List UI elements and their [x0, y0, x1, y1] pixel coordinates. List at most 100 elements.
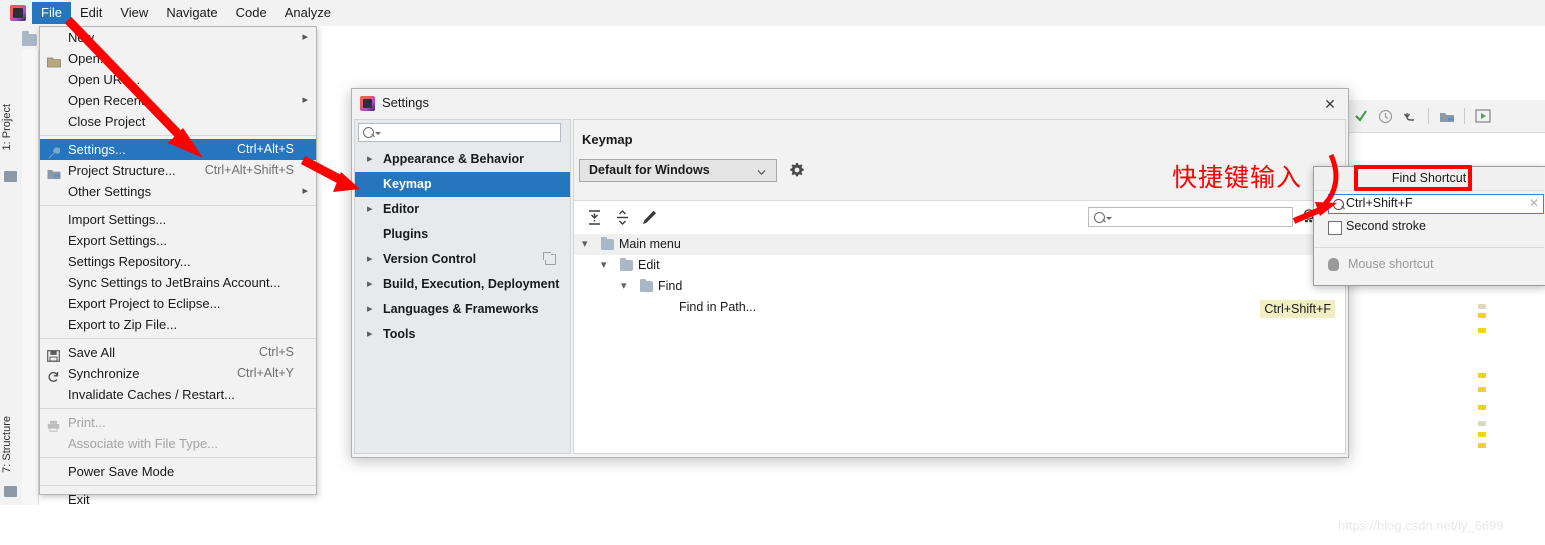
chevron-right-icon: ▸ [367, 203, 373, 215]
sidebar-item-languages-frameworks[interactable]: ▸ Languages & Frameworks [355, 297, 570, 322]
sidebar-item-label: Plugins [383, 227, 429, 241]
sidebar-item-plugins[interactable]: Plugins [355, 222, 570, 247]
menu-item-save-all[interactable]: Save All Ctrl+S [40, 342, 316, 363]
sidebar-item-editor[interactable]: ▸ Editor [355, 197, 570, 222]
chevron-down-icon[interactable]: ▾ [601, 255, 607, 276]
structure-icon [4, 486, 17, 497]
close-icon[interactable]: ✕ [1320, 94, 1340, 114]
checkbox-icon[interactable] [1328, 221, 1342, 235]
menu-item-export-project-eclipse[interactable]: Export Project to Eclipse... [40, 293, 316, 314]
gear-icon[interactable] [789, 162, 805, 178]
module-build-icon[interactable] [1439, 110, 1454, 123]
menu-item-open[interactable]: Open... [40, 48, 316, 69]
tree-row-main-menu[interactable]: ▾ Main menu [574, 234, 1345, 255]
gutter-marker [1478, 387, 1486, 392]
sidebar-item-tools[interactable]: ▸ Tools [355, 322, 570, 347]
menu-item-shortcut: Ctrl+Alt+S [237, 142, 294, 156]
check-icon[interactable] [1354, 109, 1368, 123]
settings-search-input[interactable] [358, 123, 561, 142]
menu-item-settings-repository[interactable]: Settings Repository... [40, 251, 316, 272]
wrench-icon [47, 144, 61, 159]
keymap-tree[interactable]: ▾ Main menu ▾ Edit ▾ Find Find in Path..… [574, 234, 1345, 453]
menu-item-label: Exit [68, 492, 90, 507]
folder-icon [47, 53, 61, 68]
keymap-filter-input[interactable] [1088, 207, 1293, 227]
menu-item-new[interactable]: New ▸ [40, 27, 316, 48]
file-menu-popup[interactable]: New ▸ Open... Open URL... Open Recent ▸ … [39, 26, 317, 507]
menu-item-exit[interactable]: Exit [40, 489, 316, 510]
chevron-right-icon: ▸ [367, 253, 373, 265]
tree-row-find-in-path[interactable]: Find in Path... Ctrl+Shift+F [574, 297, 1345, 318]
undo-icon[interactable] [1403, 109, 1418, 124]
settings-dialog[interactable]: Settings ✕ ▸ Appearance & Behavior Keyma… [351, 88, 1349, 458]
expand-all-icon[interactable] [586, 209, 603, 226]
menu-item-close-project[interactable]: Close Project [40, 111, 316, 132]
save-icon [47, 347, 60, 362]
sidebar-item-label: Editor [383, 202, 420, 216]
red-highlight-box [1354, 165, 1472, 191]
toolbar-divider [1428, 108, 1429, 124]
sidebar-item-label: Appearance & Behavior [383, 152, 525, 166]
sidebar-item-label: Languages & Frameworks [383, 302, 539, 316]
tree-row-label: Edit [638, 258, 660, 272]
folder-icon [640, 278, 653, 292]
tree-row-label: Find [658, 279, 683, 293]
menu-item-label: Open Recent [68, 93, 145, 108]
popup-divider [1314, 247, 1544, 248]
keymap-scheme-select[interactable]: Default for Windows [579, 159, 777, 182]
keymap-scheme-value: Default for Windows [589, 163, 710, 177]
collapse-all-icon[interactable] [614, 209, 631, 226]
tree-row-find[interactable]: ▾ Find [574, 276, 1345, 297]
main-menu-icon [601, 236, 614, 250]
menu-item-shortcut: Ctrl+S [258, 345, 294, 359]
sidebar-item-build-execution-deployment[interactable]: ▸ Build, Execution, Deployment [355, 272, 570, 297]
menu-item-label: Settings... [68, 142, 126, 157]
sidebar-item-version-control[interactable]: ▸ Version Control [355, 247, 570, 272]
sidebar-item-structure[interactable]: 7: Structure [1, 416, 13, 473]
menu-item-import-settings[interactable]: Import Settings... [40, 209, 316, 230]
menu-item-open-url[interactable]: Open URL... [40, 69, 316, 90]
menu-item-open-recent[interactable]: Open Recent ▸ [40, 90, 316, 111]
menu-item-associate-file-type: Associate with File Type... [40, 433, 316, 454]
menu-item-sync-settings-jetbrains[interactable]: Sync Settings to JetBrains Account... [40, 272, 316, 293]
sidebar-item-project[interactable]: 1: Project [1, 104, 13, 150]
run-icon[interactable] [1475, 109, 1491, 123]
watermark: https://blog.csdn.net/ly_6699 [1338, 518, 1504, 533]
chevron-right-icon: ▸ [302, 94, 308, 106]
menu-item-export-zip[interactable]: Export to Zip File... [40, 314, 316, 335]
clock-icon[interactable] [1378, 109, 1393, 124]
menu-item-invalidate-caches[interactable]: Invalidate Caches / Restart... [40, 384, 316, 405]
menu-view[interactable]: View [111, 2, 157, 24]
find-shortcut-input[interactable]: Ctrl+Shift+F ✕ [1328, 194, 1544, 214]
menu-item-other-settings[interactable]: Other Settings ▸ [40, 181, 316, 202]
menu-item-label: New [68, 30, 95, 45]
tree-row-edit[interactable]: ▾ Edit [574, 255, 1345, 276]
menu-item-project-structure[interactable]: Project Structure... Ctrl+Alt+Shift+S [40, 160, 316, 181]
menu-item-label: Associate with File Type... [68, 436, 219, 451]
page-title: Keymap [582, 132, 633, 147]
chevron-down-icon[interactable]: ▾ [582, 234, 588, 255]
gutter-marker [1478, 405, 1486, 410]
gutter-marker [1478, 304, 1486, 309]
menu-item-settings[interactable]: Settings... Ctrl+Alt+S [40, 139, 316, 160]
clear-icon[interactable]: ✕ [1529, 196, 1539, 210]
editor-toolbar [1345, 100, 1545, 133]
chevron-down-icon [757, 166, 766, 176]
project-tool-window[interactable] [22, 26, 39, 505]
menu-file[interactable]: File [32, 2, 71, 24]
sidebar-item-label: Keymap [383, 177, 432, 191]
menu-item-export-settings[interactable]: Export Settings... [40, 230, 316, 251]
menu-analyze[interactable]: Analyze [276, 2, 340, 24]
menu-item-shortcut: Ctrl+Alt+Shift+S [204, 163, 294, 177]
menu-item-power-save-mode[interactable]: Power Save Mode [40, 461, 316, 482]
menu-code[interactable]: Code [227, 2, 276, 24]
menu-navigate[interactable]: Navigate [157, 2, 226, 24]
menu-edit[interactable]: Edit [71, 2, 111, 24]
edit-shortcut-icon[interactable] [641, 209, 658, 226]
menu-item-synchronize[interactable]: Synchronize Ctrl+Alt+Y [40, 363, 316, 384]
sidebar-item-appearance-behavior[interactable]: ▸ Appearance & Behavior [355, 147, 570, 172]
sync-icon [47, 368, 60, 382]
chevron-down-icon[interactable]: ▾ [621, 276, 627, 297]
find-shortcut-value: Ctrl+Shift+F [1346, 196, 1413, 210]
sidebar-item-keymap[interactable]: Keymap [355, 172, 570, 197]
